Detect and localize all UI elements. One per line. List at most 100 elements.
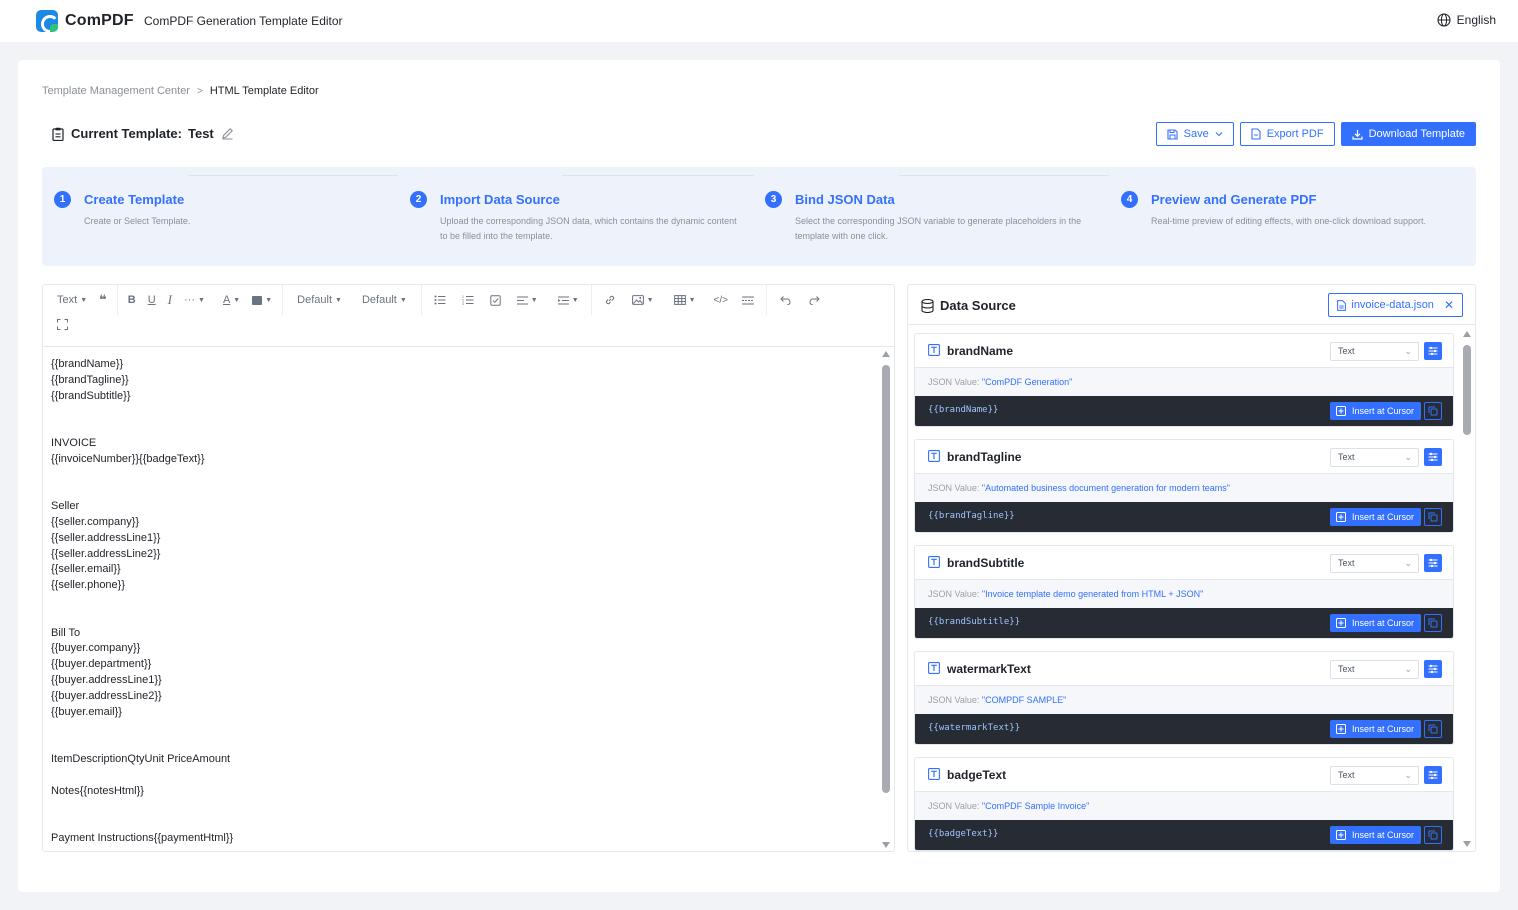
scrollbar-thumb[interactable] (1463, 345, 1471, 435)
copy-icon[interactable] (1424, 826, 1442, 844)
undo-icon[interactable] (771, 289, 797, 311)
json-file-chip[interactable]: invoice-data.json ✕ (1328, 293, 1463, 317)
variable-settings-icon[interactable] (1424, 660, 1442, 678)
language-switcher[interactable]: English (1437, 13, 1496, 27)
export-pdf-button[interactable]: Export PDF (1239, 122, 1335, 146)
logo[interactable]: ComPDF (36, 10, 134, 32)
editor-line: Payment Instructions{{paymentHtml}} (51, 831, 234, 844)
step-description-line: Real-time preview of editing effects, wi… (1151, 216, 1426, 226)
scroll-up-arrow-icon[interactable] (1463, 331, 1471, 337)
json-value-label: JSON Value: (928, 695, 980, 705)
font-size-label: Default (361, 294, 397, 306)
variable-header: watermarkText Text ⌄ (915, 652, 1453, 686)
breadcrumb-root[interactable]: Template Management Center (42, 85, 190, 97)
insert-at-cursor-button[interactable]: Insert at Cursor (1330, 614, 1421, 632)
insert-at-cursor-button[interactable]: Insert at Cursor (1330, 720, 1421, 738)
placeholder-code-row: {{brandSubtitle}} Insert at Cursor (915, 608, 1453, 638)
scroll-down-arrow-icon[interactable] (882, 842, 890, 848)
bulleted-list-icon[interactable] (426, 289, 452, 311)
variable-header: brandName Text ⌄ (915, 334, 1453, 368)
variable-type-select[interactable]: Text ⌄ (1330, 660, 1419, 679)
image-dropdown[interactable]: ▼ (622, 289, 660, 311)
text-type-icon (928, 344, 940, 359)
editor-line: ItemDescriptionQtyUnit PriceAmount (51, 752, 231, 765)
text-type-icon (928, 662, 940, 677)
remove-file-close-icon[interactable]: ✕ (1444, 298, 1454, 312)
font-size-dropdown[interactable]: Default ▼ (348, 289, 413, 311)
text-style-dropdown[interactable]: Text ▼ (43, 289, 93, 311)
variable-name: brandTagline (947, 450, 1022, 464)
data-source-scrollbar[interactable] (1462, 331, 1472, 849)
clipboard-icon (52, 127, 64, 141)
numbered-list-icon[interactable]: 123 (452, 289, 480, 311)
insert-at-cursor-button[interactable]: Insert at Cursor (1330, 402, 1421, 420)
indent-dropdown[interactable]: ▼ (544, 289, 585, 311)
main-card: Template Management Center > HTML Templa… (18, 60, 1500, 892)
variable-settings-icon[interactable] (1424, 554, 1442, 572)
file-icon (1337, 299, 1347, 311)
font-family-dropdown[interactable]: Default ▼ (287, 289, 348, 311)
placeholder-code-row: {{brandTagline}} Insert at Cursor (915, 502, 1453, 532)
save-button[interactable]: Save (1155, 122, 1234, 146)
variable-type-select[interactable]: Text ⌄ (1330, 448, 1419, 467)
align-dropdown[interactable]: ▼ (507, 289, 544, 311)
insert-at-cursor-label: Insert at Cursor (1352, 724, 1415, 734)
chevron-down-icon (1215, 132, 1223, 137)
step-description-line: to be filled into the template. (440, 231, 553, 241)
horizontal-rule-icon[interactable] (734, 289, 760, 311)
table-dropdown[interactable]: ▼ (660, 289, 702, 311)
scroll-up-arrow-icon[interactable] (882, 351, 890, 357)
link-icon[interactable] (596, 289, 622, 311)
copy-icon[interactable] (1424, 402, 1442, 420)
editor-scrollbar[interactable] (881, 349, 891, 851)
blockquote-icon[interactable]: ❝ (93, 289, 113, 311)
fullscreen-icon[interactable] (57, 319, 68, 333)
save-label: Save (1183, 128, 1209, 140)
json-value-row: JSON Value: "ComPDF Sample Invoice" (915, 792, 1453, 820)
variable-type-select[interactable]: Text ⌄ (1330, 554, 1419, 573)
variable-settings-icon[interactable] (1424, 448, 1442, 466)
insert-at-cursor-label: Insert at Cursor (1352, 512, 1415, 522)
code-icon[interactable]: </> (702, 289, 734, 311)
caret-down-icon: ▼ (265, 296, 273, 304)
copy-icon[interactable] (1424, 614, 1442, 632)
json-value: "Invoice template demo generated from HT… (981, 589, 1204, 599)
step-title: Bind JSON Data (795, 192, 895, 207)
italic-icon[interactable]: I (162, 289, 178, 311)
edit-pencil-icon[interactable] (221, 127, 234, 140)
underline-icon[interactable]: U (142, 289, 162, 311)
export-pdf-label: Export PDF (1266, 128, 1324, 140)
insert-at-cursor-label: Insert at Cursor (1352, 830, 1415, 840)
app-title: ComPDF Generation Template Editor (144, 14, 343, 28)
more-formatting-dropdown[interactable]: ··· ▼ (178, 289, 211, 311)
insert-at-cursor-button[interactable]: Insert at Cursor (1330, 826, 1421, 844)
placeholder-code-row: {{brandName}} Insert at Cursor (915, 396, 1453, 426)
copy-icon[interactable] (1424, 508, 1442, 526)
editor-line: {{seller.addressLine1}} (51, 531, 161, 544)
copy-icon[interactable] (1424, 720, 1442, 738)
checklist-icon[interactable] (480, 289, 507, 311)
scrollbar-thumb[interactable] (882, 365, 890, 793)
background-color-dropdown[interactable]: ▼ (246, 289, 278, 311)
variable-card: brandName Text ⌄ JSON Value: "ComPDF Genera… (914, 333, 1454, 427)
step-number: 4 (1121, 191, 1138, 208)
step-connector (188, 175, 398, 176)
variable-type-select[interactable]: Text ⌄ (1330, 342, 1419, 361)
scroll-down-arrow-icon[interactable] (1463, 841, 1471, 847)
caret-down-icon: ▼ (688, 296, 696, 304)
font-color-dropdown[interactable]: A ▼ (211, 289, 246, 311)
variable-settings-icon[interactable] (1424, 766, 1442, 784)
download-template-button[interactable]: Download Template (1340, 122, 1476, 146)
redo-icon[interactable] (797, 289, 827, 311)
insert-at-cursor-button[interactable]: Insert at Cursor (1330, 508, 1421, 526)
step-description: Upload the corresponding JSON data, whic… (440, 214, 760, 244)
variable-type-select[interactable]: Text ⌄ (1330, 766, 1419, 785)
variable-settings-icon[interactable] (1424, 342, 1442, 360)
json-value-label: JSON Value: (928, 589, 980, 599)
editor-content[interactable]: {{brandName}} {{brandTagline}} {{brandSubt… (51, 357, 871, 847)
bold-icon[interactable]: B (122, 289, 142, 311)
